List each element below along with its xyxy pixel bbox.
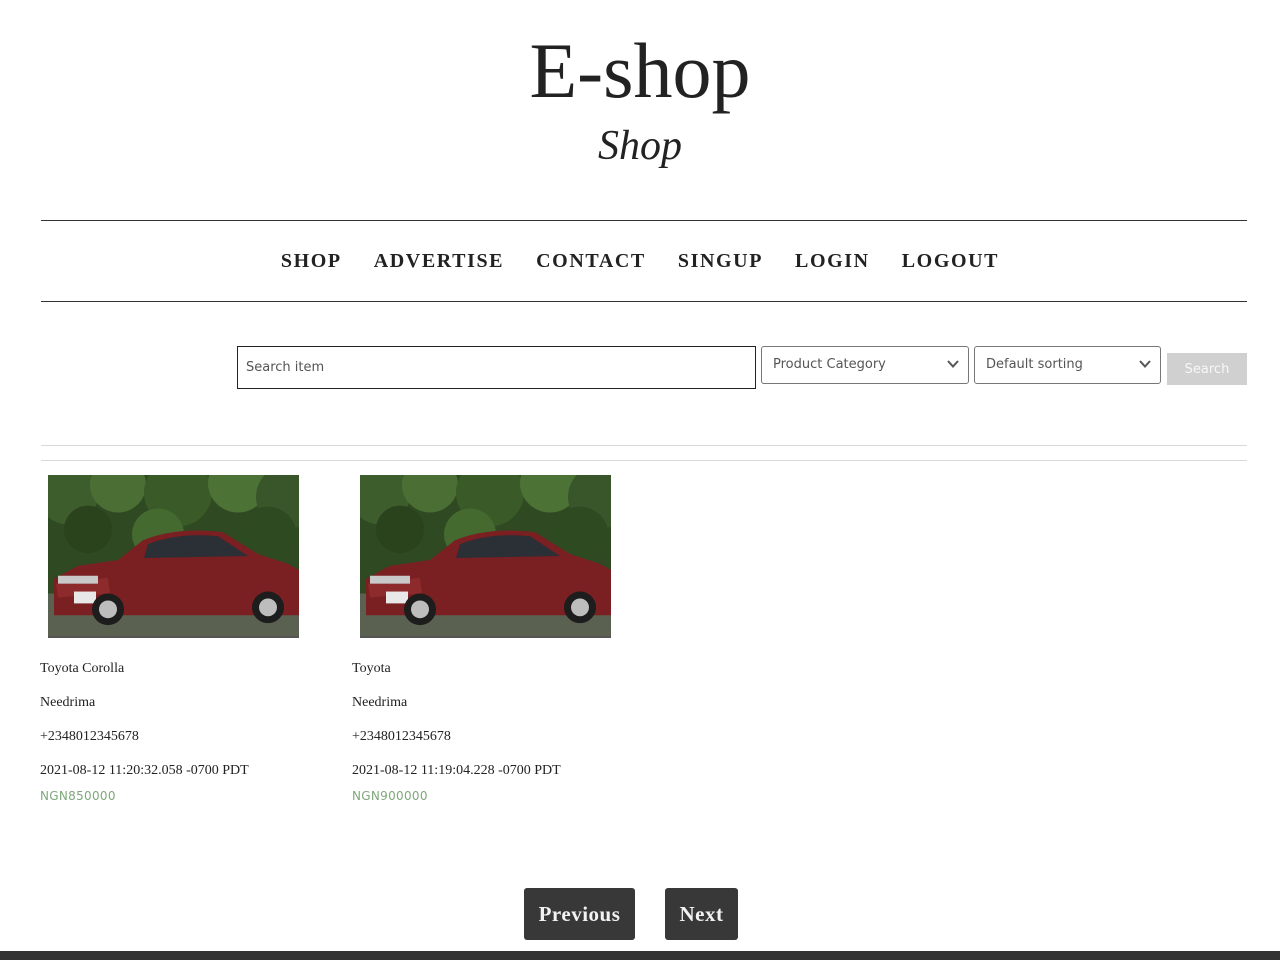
product-seller: Needrima — [40, 695, 96, 710]
site-subtitle: Shop — [598, 123, 682, 169]
chevron-down-icon — [947, 360, 959, 368]
product-image[interactable] — [360, 475, 611, 638]
product-image[interactable] — [48, 475, 299, 638]
sorting-value: Default sorting — [986, 357, 1083, 372]
nav-bottom-rule — [41, 301, 1247, 302]
product-phone: +2348012345678 — [40, 729, 139, 744]
nav-signup-link[interactable]: SINGUP — [678, 246, 763, 276]
main-nav: SHOP ADVERTISE CONTACT SINGUP LOGIN LOGOUT — [0, 246, 1280, 276]
divider — [41, 445, 1247, 446]
previous-page-button[interactable]: Previous — [524, 888, 635, 940]
site-title: E-shop — [529, 27, 751, 114]
product-seller: Needrima — [352, 695, 408, 710]
product-name[interactable]: Toyota Corolla — [40, 660, 124, 678]
search-input[interactable] — [237, 346, 756, 389]
product-date: 2021-08-12 11:19:04.228 -0700 PDT — [352, 763, 561, 778]
nav-shop-link[interactable]: SHOP — [281, 246, 342, 276]
product-price: NGN850000 — [40, 789, 116, 803]
product-category-select[interactable]: Product Category — [761, 346, 969, 384]
product-price: NGN900000 — [352, 789, 428, 803]
footer-bar — [0, 951, 1280, 960]
nav-login-link[interactable]: LOGIN — [795, 246, 870, 276]
sorting-select[interactable]: Default sorting — [974, 346, 1161, 384]
next-page-button[interactable]: Next — [665, 888, 738, 940]
product-phone: +2348012345678 — [352, 729, 451, 744]
chevron-down-icon — [1139, 360, 1151, 368]
product-date: 2021-08-12 11:20:32.058 -0700 PDT — [40, 763, 249, 778]
nav-contact-link[interactable]: CONTACT — [536, 246, 646, 276]
product-name[interactable]: Toyota — [352, 660, 391, 678]
divider — [41, 460, 1247, 461]
search-button[interactable]: Search — [1167, 353, 1247, 385]
nav-top-rule — [41, 220, 1247, 221]
nav-advertise-link[interactable]: ADVERTISE — [374, 246, 504, 276]
product-category-value: Product Category — [773, 357, 886, 372]
nav-logout-link[interactable]: LOGOUT — [902, 246, 999, 276]
